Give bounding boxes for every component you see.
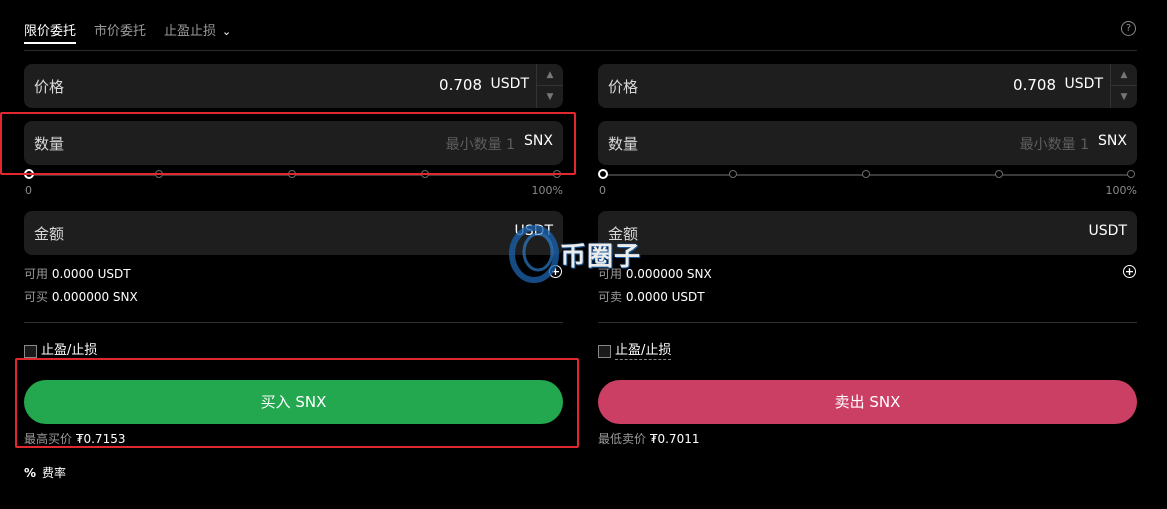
buy-price-value[interactable]: 0.708 <box>439 76 482 94</box>
buy-price-stepper: ▲ ▼ <box>536 64 563 108</box>
slider-min-label: 0 <box>599 184 606 197</box>
watermark-logo: 币圈子 <box>506 222 666 284</box>
watermark-text: 币圈子 <box>560 242 642 272</box>
decrement-icon[interactable]: ▼ <box>1111 86 1137 108</box>
sell-can-sell-row: 可卖 0.0000 USDT <box>598 288 705 305</box>
decrement-icon[interactable]: ▼ <box>537 86 563 108</box>
sell-button[interactable]: 卖出 SNX <box>598 380 1137 424</box>
buy-price-field[interactable]: 价格 0.708 USDT ▲ ▼ <box>24 64 563 108</box>
sell-price-field[interactable]: 价格 0.708 USDT ▲ ▼ <box>598 64 1137 108</box>
slider-step-50[interactable] <box>862 170 870 178</box>
sell-quantity-label: 数量 <box>608 135 639 153</box>
sell-panel: 价格 0.708 USDT ▲ ▼ 数量 最小数量 1 SNX 0 100% 金… <box>598 0 1138 509</box>
sell-divider <box>598 322 1137 323</box>
buy-available-label: 可用 <box>24 267 49 281</box>
sell-amount-field[interactable]: 金额 USDT <box>598 211 1137 255</box>
buy-price-label: 价格 <box>34 78 65 96</box>
slider-step-25[interactable] <box>729 170 737 178</box>
percent-icon: % <box>24 466 37 480</box>
sell-quantity-placeholder[interactable]: 最小数量 1 <box>1020 134 1089 154</box>
increment-icon[interactable]: ▲ <box>1111 64 1137 86</box>
sell-best-value: ₮0.7011 <box>649 432 700 446</box>
sell-price-label: 价格 <box>608 78 639 96</box>
slider-step-75[interactable] <box>995 170 1003 178</box>
sell-quantity-unit: SNX <box>1098 133 1127 149</box>
buy-available-value: 0.0000 USDT <box>51 267 131 281</box>
fee-rate-link[interactable]: % 费率 <box>24 464 66 481</box>
highlight-box-buy <box>15 358 579 448</box>
slider-min-label: 0 <box>25 184 32 197</box>
sell-best-label: 最低卖价 <box>598 432 647 446</box>
fee-label: 费率 <box>42 466 67 480</box>
sell-tpsl-label[interactable]: 止盈/止损 <box>615 343 672 360</box>
sell-quantity-slider[interactable]: 0 100% <box>598 168 1137 202</box>
buy-amount-field[interactable]: 金额 USDT <box>24 211 563 255</box>
sell-price-unit: USDT <box>1064 76 1103 92</box>
buy-can-label: 可买 <box>24 290 49 304</box>
sell-quantity-field[interactable]: 数量 最小数量 1 SNX <box>598 121 1137 165</box>
slider-step-100[interactable] <box>1127 170 1135 178</box>
buy-price-unit: USDT <box>490 76 529 92</box>
sell-price-value[interactable]: 0.708 <box>1013 76 1056 94</box>
sell-amount-unit: USDT <box>1088 223 1127 239</box>
sell-price-stepper: ▲ ▼ <box>1110 64 1137 108</box>
sell-can-label: 可卖 <box>598 290 623 304</box>
sell-can-value: 0.0000 USDT <box>625 290 705 304</box>
buy-can-buy-row: 可买 0.000000 SNX <box>24 288 138 305</box>
buy-can-value: 0.000000 SNX <box>51 290 138 304</box>
watermark-ring-icon <box>509 225 559 283</box>
slider-max-label: 100% <box>1105 184 1137 197</box>
slider-max-label: 100% <box>531 184 563 197</box>
sell-best-price: 最低卖价 ₮0.7011 <box>598 430 699 447</box>
buy-divider <box>24 322 563 323</box>
buy-available-row: 可用 0.0000 USDT <box>24 265 131 282</box>
sell-tpsl-checkbox[interactable] <box>598 345 611 358</box>
buy-amount-label: 金额 <box>34 225 65 243</box>
buy-tpsl-checkbox[interactable] <box>24 345 37 358</box>
slider-handle[interactable] <box>598 169 608 179</box>
increment-icon[interactable]: ▲ <box>537 64 563 86</box>
highlight-box-quantity <box>0 112 576 175</box>
plus-circle-icon[interactable]: + <box>1123 265 1136 278</box>
